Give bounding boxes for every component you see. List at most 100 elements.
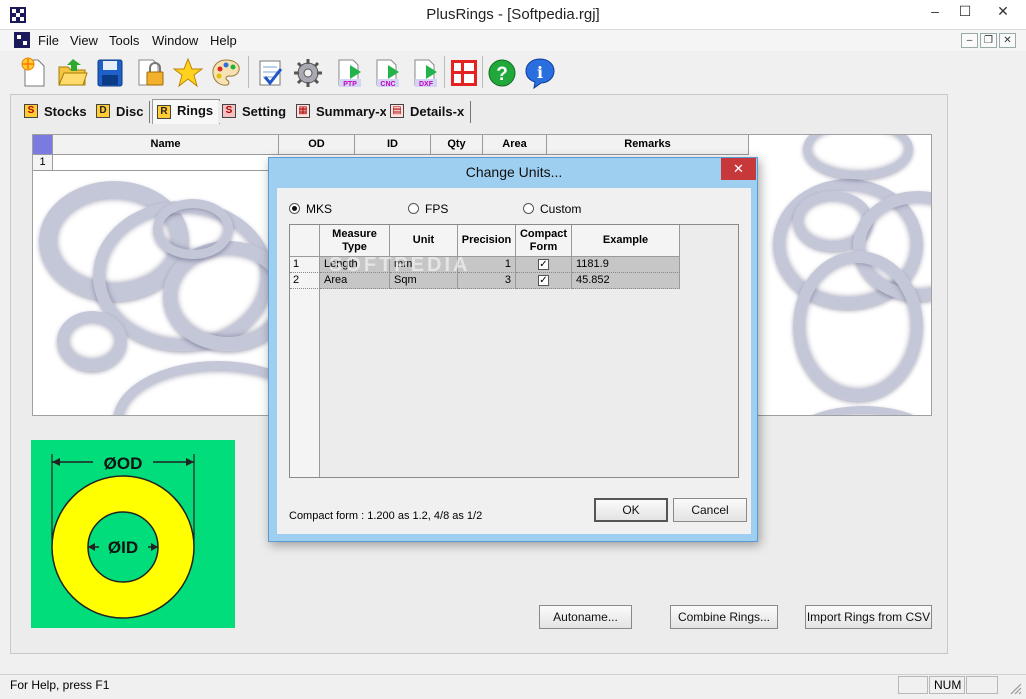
palette-button[interactable] (208, 54, 242, 90)
cell-example[interactable]: 45.852 (572, 273, 680, 289)
compact-form-checkbox[interactable]: ✓ (538, 275, 549, 286)
import-csv-button[interactable]: Import Rings from CSV (805, 605, 932, 629)
tab-details[interactable]: ▤ Details-x (386, 101, 472, 123)
tab-label: Setting (242, 104, 287, 119)
radio-mks-indicator (289, 203, 300, 214)
open-folder-icon (58, 59, 88, 86)
col-header-unit[interactable]: Unit (390, 225, 458, 257)
cell-compact-form[interactable]: ✓ (516, 257, 572, 273)
mdi-restore-button[interactable]: ❐ (980, 33, 997, 48)
menu-tools[interactable]: Tools (109, 33, 139, 48)
dxf-export-button[interactable]: DXF (408, 54, 442, 90)
help-button[interactable]: ? (484, 54, 518, 90)
col-header-name[interactable]: Name (53, 135, 279, 155)
tab-label: Summary-x (316, 104, 387, 119)
col-header-id[interactable]: ID (355, 135, 431, 155)
close-button[interactable]: ✕ (980, 0, 1026, 22)
col-header-od[interactable]: OD (279, 135, 355, 155)
status-panel-caps (898, 676, 928, 694)
menu-help[interactable]: Help (210, 33, 237, 48)
compact-form-note: Compact form : 1.200 as 1.2, 4/8 as 1/2 (289, 510, 483, 522)
row-header-1[interactable]: 1 (33, 155, 53, 171)
dxf-export-icon: DXF (414, 59, 437, 88)
rings-icon: R (157, 105, 171, 119)
resize-grip-icon[interactable] (1008, 681, 1022, 695)
combine-rings-button[interactable]: Combine Rings... (670, 605, 778, 629)
softpedia-watermark: SOFTPEDIA (329, 254, 471, 276)
tab-disc[interactable]: D Disc (92, 101, 151, 123)
units-corner-header (290, 225, 320, 257)
cancel-button[interactable]: Cancel (673, 498, 747, 522)
dialog-close-button[interactable]: ✕ (721, 158, 756, 180)
col-header-example[interactable]: Example (572, 225, 680, 257)
id-label: ØID (108, 538, 138, 557)
maximize-button[interactable]: ☐ (950, 0, 980, 22)
status-help-text: For Help, press F1 (10, 678, 110, 692)
radio-mks[interactable]: MKS (289, 202, 332, 216)
col-header-qty[interactable]: Qty (431, 135, 483, 155)
select-all-corner[interactable] (33, 135, 53, 155)
radio-fps[interactable]: FPS (408, 202, 448, 216)
cnc-label: CNC (380, 81, 395, 88)
cell-example[interactable]: 1181.9 (572, 257, 680, 273)
help-glyph: ? (496, 64, 508, 85)
ring-image (793, 251, 923, 401)
radio-fps-indicator (408, 203, 419, 214)
disc-icon: D (96, 104, 110, 118)
info-button[interactable]: i (522, 54, 556, 90)
setting-icon: S (222, 104, 236, 118)
minimize-button[interactable]: – (920, 0, 950, 22)
ring-image (793, 406, 931, 415)
lock-button[interactable] (132, 54, 166, 90)
autoname-button[interactable]: Autoname... (539, 605, 632, 629)
settings-button[interactable] (290, 54, 324, 90)
compact-form-checkbox[interactable]: ✓ (538, 259, 549, 270)
details-icon: ▤ (390, 104, 404, 118)
col-header-area[interactable]: Area (483, 135, 547, 155)
menu-window[interactable]: Window (152, 33, 198, 48)
ok-button[interactable]: OK (594, 498, 668, 522)
tab-stocks[interactable]: S Stocks (20, 101, 94, 123)
open-button[interactable] (54, 54, 88, 90)
col-header-compact-form[interactable]: Compact Form (516, 225, 572, 257)
save-button[interactable] (92, 54, 126, 90)
menu-file[interactable]: File (38, 33, 59, 48)
row-header-strip (290, 289, 320, 477)
layout-button[interactable] (446, 54, 480, 90)
star-icon (172, 57, 204, 88)
toolbar: PTP CNC DXF ? i (12, 52, 560, 92)
summary-icon: ▦ (296, 104, 310, 118)
radio-fps-label: FPS (425, 202, 449, 216)
ptp-export-button[interactable]: PTP (332, 54, 366, 90)
menu-bar: File View Tools Window Help – ❐ ✕ (0, 30, 1026, 51)
help-icon: ? (488, 59, 516, 87)
toolbar-separator (482, 56, 483, 88)
dialog-title: Change Units... (465, 164, 563, 180)
tab-setting[interactable]: S Setting (218, 101, 294, 123)
cnc-export-icon: CNC (376, 59, 399, 88)
tab-summary[interactable]: ▦ Summary-x (292, 101, 394, 123)
tab-rings[interactable]: R Rings (152, 99, 221, 124)
cnc-export-button[interactable]: CNC (370, 54, 404, 90)
mdi-minimize-button[interactable]: – (961, 33, 978, 48)
document-icon[interactable] (14, 32, 30, 48)
radio-custom-label: Custom (540, 202, 582, 216)
col-header-precision[interactable]: Precision (458, 225, 516, 257)
tab-label: Rings (177, 103, 214, 118)
favorite-button[interactable] (170, 54, 204, 90)
tab-label: Disc (116, 104, 144, 119)
cell-compact-form[interactable]: ✓ (516, 273, 572, 289)
radio-custom[interactable]: Custom (523, 202, 581, 216)
new-file-button[interactable] (16, 54, 50, 90)
menu-view[interactable]: View (70, 33, 98, 48)
change-units-dialog: Change Units... ✕ MKS FPS Custom Measure… (268, 157, 758, 542)
col-header-remarks[interactable]: Remarks (547, 135, 749, 155)
mdi-close-button[interactable]: ✕ (999, 33, 1016, 48)
row-header[interactable]: 1 (290, 257, 320, 273)
checklist-button[interactable] (252, 54, 286, 90)
title-bar: PlusRings - [Softpedia.rgj] – ☐ ✕ (0, 0, 1026, 30)
row-header[interactable]: 2 (290, 273, 320, 289)
ring-dimension-drawing: ØOD ØID (31, 440, 235, 628)
col-header-measure-type[interactable]: Measure Type (320, 225, 390, 257)
ring-image (57, 311, 127, 371)
